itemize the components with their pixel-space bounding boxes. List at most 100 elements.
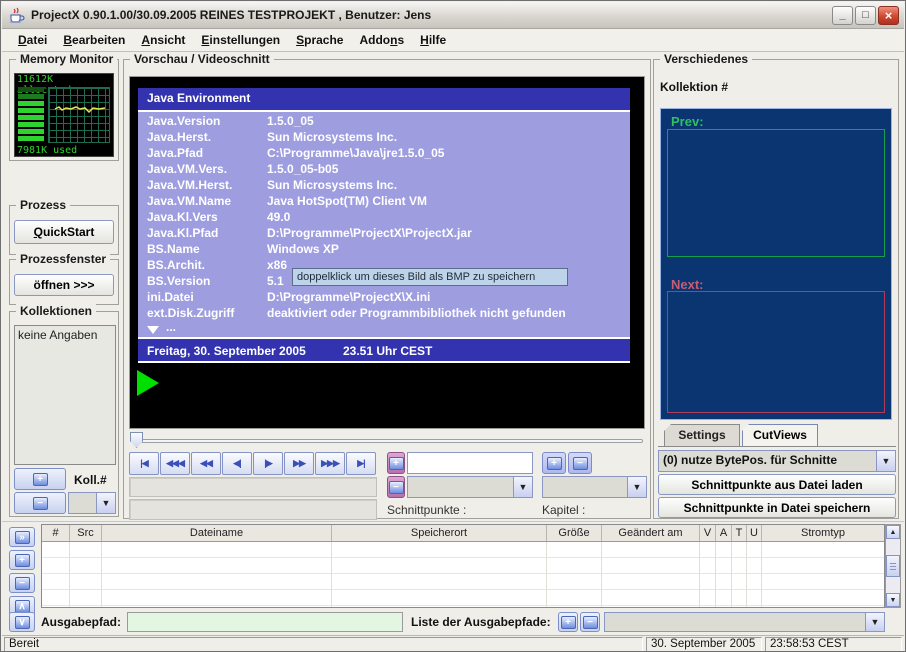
java-coffee-icon bbox=[8, 7, 26, 23]
transfer-file-button[interactable]: » bbox=[9, 527, 35, 547]
kollektion-number-label: Kollektion # bbox=[660, 80, 728, 94]
prozessfenster-title: Prozessfenster bbox=[16, 252, 110, 266]
verschiedenes-title: Verschiedenes bbox=[660, 52, 752, 66]
nav-last-button[interactable]: ▶| bbox=[346, 452, 376, 475]
preview-group: Vorschau / Videoschnitt Java Environment… bbox=[123, 59, 651, 519]
chevron-down-icon: ▼ bbox=[865, 613, 884, 631]
add-cutpoint-button[interactable]: + bbox=[387, 452, 405, 474]
position-slider[interactable] bbox=[130, 432, 645, 449]
nav-step-forward-button[interactable]: |▶ bbox=[253, 452, 283, 475]
remove-icon: − bbox=[389, 481, 404, 494]
verschiedenes-group: Verschiedenes Kollektion # Prev: Next: S… bbox=[653, 59, 899, 519]
next-label: Next: bbox=[671, 277, 704, 292]
collection-number-combobox[interactable]: ▼ bbox=[68, 492, 116, 514]
load-cutpoints-button[interactable]: Schnittpunkte aus Datei laden bbox=[658, 474, 896, 495]
column-u[interactable]: U bbox=[747, 525, 762, 541]
menu-hilfe[interactable]: Hilfe bbox=[412, 31, 454, 49]
tab-settings[interactable]: Settings bbox=[664, 424, 740, 447]
menu-einstellungen[interactable]: Einstellungen bbox=[193, 31, 288, 49]
move-file-down-button[interactable]: ∨ bbox=[9, 612, 35, 632]
chapters-combobox[interactable]: ▼ bbox=[542, 476, 647, 498]
nav-step-back-button[interactable]: ◀| bbox=[222, 452, 252, 475]
nav-first-button[interactable]: |◀ bbox=[129, 452, 159, 475]
memory-monitor-group: Memory Monitor 11612K allocated 7981K us… bbox=[9, 59, 119, 161]
cutpoints-combobox[interactable]: ▼ bbox=[407, 476, 533, 498]
column-speicherort[interactable]: Speicherort bbox=[332, 525, 547, 541]
add-chapter-button[interactable]: + bbox=[542, 452, 566, 474]
status-date: 30. September 2005 bbox=[646, 637, 762, 652]
menu-bearbeiten[interactable]: Bearbeiten bbox=[55, 31, 133, 49]
scrollbar-thumb[interactable] bbox=[886, 555, 900, 577]
remove-output-path-button[interactable]: − bbox=[580, 612, 600, 632]
column-groesse[interactable]: Größe bbox=[547, 525, 602, 541]
add-icon: + bbox=[561, 616, 576, 629]
memory-used-label: 7981K used bbox=[17, 145, 77, 156]
save-cutpoints-button[interactable]: Schnittpunkte in Datei speichern bbox=[658, 497, 896, 518]
collections-list[interactable]: keine Angaben bbox=[14, 325, 116, 465]
column-a[interactable]: A bbox=[716, 525, 732, 541]
slider-thumb[interactable] bbox=[130, 432, 143, 448]
maximize-button[interactable]: □ bbox=[855, 6, 876, 25]
quickstart-button[interactable]: QuickStart bbox=[14, 220, 114, 244]
add-file-button[interactable]: + bbox=[9, 550, 35, 570]
cutpoint-input[interactable] bbox=[407, 452, 533, 474]
menu-bar: Datei Bearbeiten Ansicht Einstellungen S… bbox=[2, 29, 904, 52]
column-t[interactable]: T bbox=[732, 525, 747, 541]
add-collection-button[interactable]: + bbox=[14, 468, 66, 490]
nav-fast-rewind-button[interactable]: ◀◀◀ bbox=[160, 452, 190, 475]
column-dateiname[interactable]: Dateiname bbox=[102, 525, 332, 541]
column-index[interactable]: # bbox=[42, 525, 70, 541]
remove-file-button[interactable]: − bbox=[9, 573, 35, 593]
prev-label: Prev: bbox=[671, 114, 704, 129]
memory-graph bbox=[48, 87, 110, 143]
status-message: Bereit bbox=[4, 637, 643, 652]
tab-cutviews[interactable]: CutViews bbox=[742, 424, 818, 447]
chevron-up-icon: ∧ bbox=[15, 600, 30, 613]
chapters-label: Kapitel : bbox=[542, 503, 585, 517]
prozess-group: Prozess QuickStart bbox=[9, 205, 119, 255]
double-chevron-right-icon: » bbox=[15, 531, 30, 544]
next-frame-box[interactable] bbox=[667, 291, 885, 413]
bytepos-combobox[interactable]: (0) nutze BytePos. für Schnitte ▼ bbox=[658, 450, 896, 472]
scroll-up-icon[interactable]: ▲ bbox=[886, 525, 900, 539]
preview-title: Vorschau / Videoschnitt bbox=[130, 52, 274, 66]
menu-addons[interactable]: Addons bbox=[351, 31, 412, 49]
column-v[interactable]: V bbox=[700, 525, 716, 541]
remove-icon: − bbox=[583, 616, 598, 629]
close-button[interactable]: × bbox=[878, 6, 899, 25]
remove-cutpoint-button[interactable]: − bbox=[387, 476, 405, 498]
menu-datei[interactable]: Datei bbox=[10, 31, 55, 49]
env-header: Java Environment bbox=[138, 88, 630, 110]
table-scrollbar[interactable]: ▲ ▼ bbox=[885, 524, 901, 608]
nav-rewind-button[interactable]: ◀◀ bbox=[191, 452, 221, 475]
output-path-input[interactable] bbox=[127, 612, 403, 632]
prozessfenster-group: Prozessfenster öffnen >>> bbox=[9, 259, 119, 305]
remove-collection-button[interactable]: − bbox=[14, 492, 66, 514]
minimize-button[interactable]: _ bbox=[832, 6, 853, 25]
app-window: ProjectX 0.90.1.00/30.09.2005 REINES TES… bbox=[0, 0, 906, 652]
nav-forward-button[interactable]: ▶▶ bbox=[284, 452, 314, 475]
column-src[interactable]: Src bbox=[70, 525, 102, 541]
file-table-header: # Src Dateiname Speicherort Größe Geände… bbox=[42, 525, 884, 542]
prev-frame-box[interactable] bbox=[667, 129, 885, 257]
column-geaendert[interactable]: Geändert am bbox=[602, 525, 700, 541]
nav-fast-forward-button[interactable]: ▶▶▶ bbox=[315, 452, 345, 475]
remove-icon: − bbox=[573, 457, 588, 470]
java-environment-panel: Java Environment Java.Version1.5.0_05 Ja… bbox=[138, 88, 630, 363]
output-path-combobox[interactable]: ▼ bbox=[604, 612, 885, 632]
menu-ansicht[interactable]: Ansicht bbox=[133, 31, 193, 49]
prozess-title: Prozess bbox=[16, 198, 70, 212]
output-path-list-label: Liste der Ausgabepfade: bbox=[411, 615, 551, 629]
menu-sprache[interactable]: Sprache bbox=[288, 31, 351, 49]
chevron-down-icon: ▼ bbox=[627, 477, 646, 497]
open-process-window-button[interactable]: öffnen >>> bbox=[14, 274, 114, 296]
video-preview-area[interactable]: Java Environment Java.Version1.5.0_05 Ja… bbox=[129, 76, 645, 429]
file-table-body[interactable] bbox=[42, 542, 884, 607]
remove-chapter-button[interactable]: − bbox=[568, 452, 592, 474]
title-bar[interactable]: ProjectX 0.90.1.00/30.09.2005 REINES TES… bbox=[2, 2, 904, 29]
add-output-path-button[interactable]: + bbox=[558, 612, 578, 632]
column-stromtyp[interactable]: Stromtyp bbox=[762, 525, 884, 541]
scroll-down-icon[interactable]: ▼ bbox=[886, 593, 900, 607]
add-icon: + bbox=[33, 473, 48, 486]
slider-track[interactable] bbox=[132, 439, 643, 443]
